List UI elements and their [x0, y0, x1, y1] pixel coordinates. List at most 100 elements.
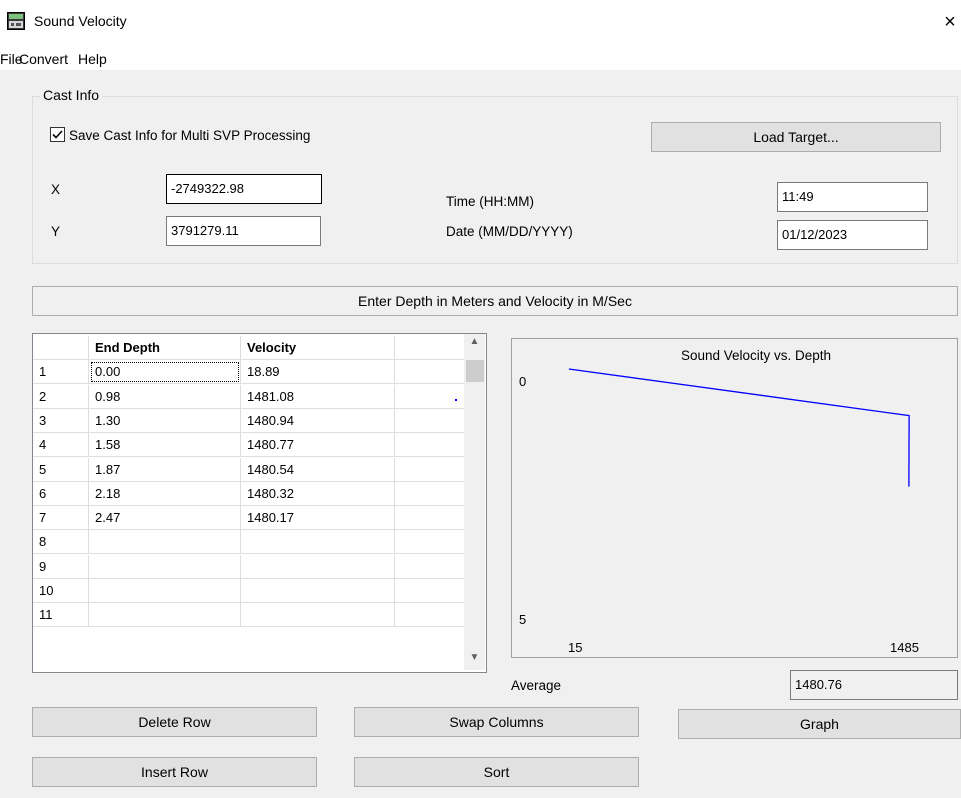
graph-button[interactable]: Graph [678, 709, 961, 739]
checkmark-icon [52, 130, 63, 139]
table-row: 7 2.47 1480.17 [33, 506, 469, 531]
row-index-cell: 2 [33, 384, 89, 409]
x-tick-left: 15 [568, 640, 582, 655]
average-field: 1480.76 [790, 670, 958, 700]
date-label: Date (MM/DD/YYYY) [446, 224, 573, 239]
blank-cell [395, 433, 469, 458]
table-row: 5 1.87 1480.54 [33, 457, 469, 482]
close-button[interactable]: × [939, 8, 961, 36]
chart-canvas: Sound Velocity vs. Depth 0 5 15 1485 [519, 348, 919, 655]
time-label: Time (HH:MM) [446, 194, 534, 209]
date-field[interactable]: 01/12/2023 [777, 220, 928, 250]
end-depth-cell[interactable]: 2.18 [89, 481, 241, 506]
velocity-cell[interactable] [241, 530, 395, 555]
table-row: 8 [33, 530, 469, 555]
blank-cell [395, 482, 469, 506]
end-depth-cell[interactable]: 0.00 [89, 360, 241, 385]
scroll-up-icon[interactable]: ▲ [464, 336, 485, 350]
cast-info-legend: Cast Info [40, 87, 103, 103]
row-index-cell: 10 [33, 579, 89, 603]
row-index-cell: 1 [33, 360, 89, 385]
scroll-down-icon[interactable]: ▼ [464, 652, 485, 666]
velocity-cell[interactable]: 1480.32 [241, 481, 395, 506]
title-bar [0, 0, 961, 44]
table-row: 3 1.30 1480.94 [33, 408, 469, 433]
app-icon [7, 12, 25, 30]
end-depth-cell[interactable] [89, 603, 241, 628]
y-tick-bottom: 5 [519, 612, 526, 627]
blank-cell [395, 555, 469, 579]
end-depth-cell[interactable] [89, 554, 241, 579]
y-tick-top: 0 [519, 374, 526, 389]
blank-cell [395, 385, 469, 409]
velocity-cell[interactable]: 1480.54 [241, 457, 395, 482]
blank-cell [395, 506, 469, 531]
save-cast-checkbox[interactable] [50, 127, 65, 142]
average-label: Average [511, 678, 562, 693]
row-index-cell: 6 [33, 481, 89, 506]
table-row: 10 [33, 579, 469, 603]
table-row: 1 0.00 18.89 [33, 360, 469, 385]
stray-dot [455, 399, 457, 401]
row-index-cell: 9 [33, 554, 89, 579]
grid-header-velocity[interactable]: Velocity [241, 336, 395, 360]
blank-cell [395, 603, 469, 628]
grid-scrollbar[interactable]: ▲ ▼ [464, 334, 485, 670]
end-depth-cell[interactable]: 0.98 [89, 384, 241, 409]
grid-header-index [33, 336, 89, 360]
velocity-cell[interactable]: 18.89 [241, 360, 395, 385]
blank-cell [395, 409, 469, 433]
load-target-button[interactable]: Load Target... [651, 122, 941, 152]
blank-cell [395, 530, 469, 555]
end-depth-cell[interactable]: 1.87 [89, 457, 241, 482]
depth-velocity-grid[interactable]: End Depth Velocity 1 0.00 18.89 2 0.98 1481.0… [32, 333, 487, 673]
end-depth-cell[interactable]: 1.30 [89, 408, 241, 433]
grid-header-end-depth[interactable]: End Depth [89, 336, 241, 360]
blank-cell [395, 458, 469, 482]
x-field[interactable]: -2749322.98 [166, 174, 322, 204]
table-row: 4 1.58 1480.77 [33, 433, 469, 458]
swap-columns-button[interactable]: Swap Columns [354, 707, 639, 737]
velocity-cell[interactable]: 1480.94 [241, 408, 395, 433]
velocity-cell[interactable] [241, 579, 395, 603]
row-index-cell: 5 [33, 457, 89, 482]
end-depth-cell[interactable]: 1.58 [89, 433, 241, 458]
blank-cell [395, 360, 469, 385]
end-depth-cell[interactable] [89, 530, 241, 555]
delete-row-button[interactable]: Delete Row [32, 707, 317, 737]
scroll-thumb[interactable] [466, 360, 484, 382]
x-label: X [51, 182, 61, 197]
table-row: 6 2.18 1480.32 [33, 481, 469, 506]
row-index-cell: 11 [33, 603, 89, 628]
menu-help[interactable]: Help [78, 51, 107, 67]
insert-row-button[interactable]: Insert Row [32, 757, 317, 787]
table-row: 11 [33, 603, 469, 628]
time-field[interactable]: 11:49 [777, 182, 928, 212]
row-index-cell: 7 [33, 506, 89, 531]
x-tick-right: 1485 [890, 640, 919, 655]
window-title: Sound Velocity [34, 13, 127, 29]
velocity-cell[interactable]: 1480.77 [241, 433, 395, 458]
blank-cell [395, 579, 469, 603]
table-row: 9 [33, 554, 469, 579]
end-depth-cell[interactable]: 2.47 [89, 506, 241, 531]
row-index-cell: 8 [33, 530, 89, 555]
velocity-cell[interactable] [241, 554, 395, 579]
menu-convert[interactable]: Convert [19, 51, 68, 67]
grid-header-blank [395, 336, 469, 360]
row-index-cell: 3 [33, 408, 89, 433]
velocity-series-line [568, 368, 910, 487]
y-label: Y [51, 224, 61, 239]
menu-bar: File Convert Help [0, 44, 961, 70]
y-field[interactable]: 3791279.11 [166, 216, 321, 246]
sound-velocity-chart: Sound Velocity vs. Depth 0 5 15 1485 [511, 338, 958, 658]
velocity-cell[interactable]: 1481.08 [241, 384, 395, 409]
velocity-cell[interactable]: 1480.17 [241, 506, 395, 531]
grid-header-row: End Depth Velocity [33, 336, 469, 360]
instruction-banner: Enter Depth in Meters and Velocity in M/… [32, 286, 958, 316]
table-row: 2 0.98 1481.08 [33, 384, 469, 409]
end-depth-cell[interactable] [89, 579, 241, 603]
velocity-cell[interactable] [241, 603, 395, 628]
chart-title: Sound Velocity vs. Depth [681, 348, 831, 363]
sort-button[interactable]: Sort [354, 757, 639, 787]
